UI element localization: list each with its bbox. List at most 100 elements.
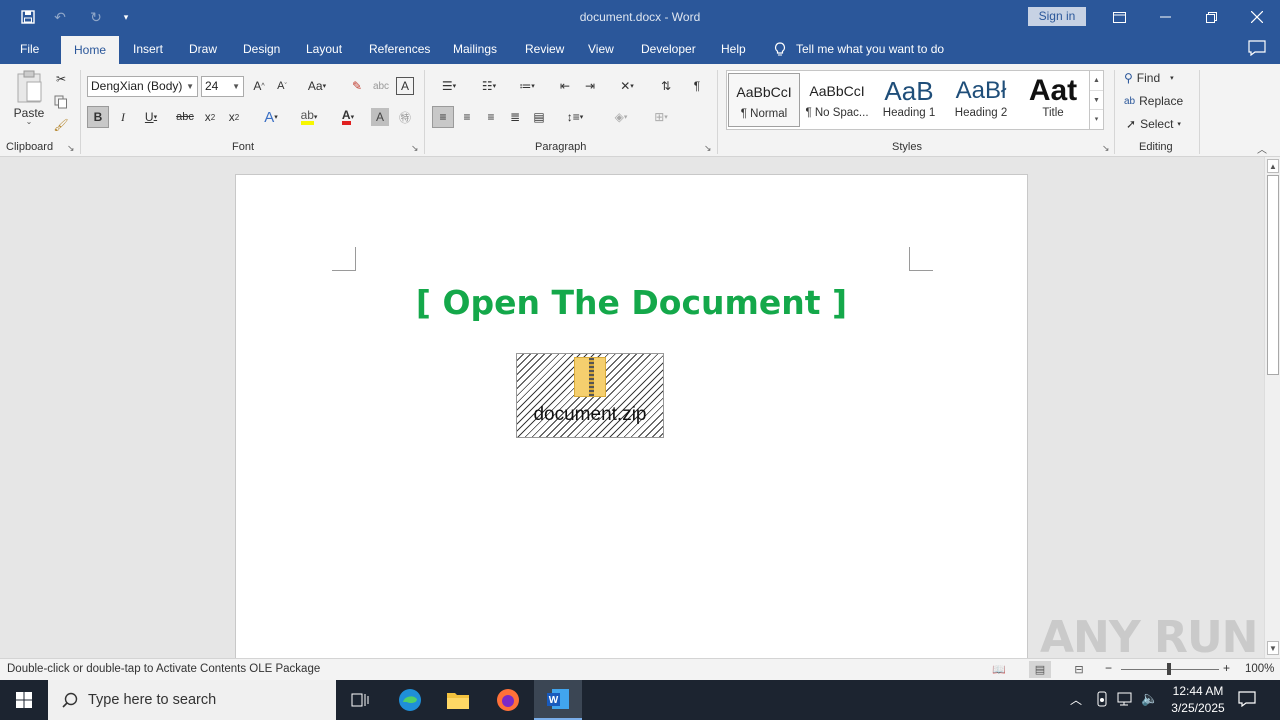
show-formatting-marks-icon[interactable]: ¶ — [686, 75, 708, 97]
clear-formatting-icon[interactable]: ✎ — [347, 75, 367, 97]
firefox-icon[interactable] — [484, 680, 532, 720]
styles-launcher-icon[interactable]: ↘ — [1102, 143, 1110, 154]
tab-insert[interactable]: Insert — [122, 34, 174, 64]
find-button[interactable]: ⚲ Find ▾ — [1124, 67, 1174, 89]
read-mode-icon[interactable]: 📖 — [988, 661, 1010, 678]
collapse-ribbon-icon[interactable]: ︿ — [1257, 141, 1267, 156]
system-clock[interactable]: 12:44 AM 3/25/2025 — [1160, 683, 1236, 717]
font-color-icon[interactable]: A ▾ — [332, 106, 364, 128]
distributed-button[interactable]: ▤ — [528, 106, 550, 128]
clipboard-launcher-icon[interactable]: ↘ — [67, 143, 75, 154]
file-explorer-icon[interactable] — [434, 680, 482, 720]
align-right-button[interactable]: ≡ — [480, 106, 502, 128]
styles-scroll[interactable]: ▲ ▼ ▾ — [1089, 71, 1103, 129]
scroll-down-icon[interactable]: ▼ — [1267, 641, 1279, 655]
cut-icon[interactable]: ✂ — [52, 68, 70, 90]
scroll-up-icon[interactable]: ▲ — [1267, 159, 1279, 173]
print-layout-icon[interactable]: ▤ — [1029, 661, 1051, 678]
borders-icon[interactable]: ⊞ ▾ — [644, 106, 678, 128]
ribbon-display-options-icon[interactable] — [1096, 0, 1142, 34]
select-button[interactable]: ➚ Select ▾ — [1126, 113, 1181, 135]
underline-button[interactable]: U ▾ — [137, 106, 165, 128]
strikethrough-button[interactable]: abc — [174, 106, 196, 128]
tab-developer[interactable]: Developer — [630, 34, 707, 64]
format-painter-icon[interactable]: 🖌 — [52, 114, 70, 136]
zoom-level[interactable]: 100% — [1245, 663, 1274, 675]
more-styles-icon[interactable]: ▾ — [1090, 109, 1103, 128]
decrease-indent-icon[interactable]: ⇤ — [554, 75, 576, 97]
tab-mailings[interactable]: Mailings — [442, 34, 508, 64]
ole-package-object[interactable]: document.zip — [516, 353, 664, 438]
taskbar-search-box[interactable]: Type here to search — [48, 680, 336, 720]
shading-icon[interactable]: ◈ ▾ — [604, 106, 638, 128]
increase-indent-icon[interactable]: ⇥ — [579, 75, 601, 97]
document-page[interactable]: [ Open The Document ] document.zip — [235, 174, 1028, 658]
phonetic-guide-icon[interactable]: abc — [371, 75, 391, 97]
tab-help[interactable]: Help — [710, 34, 757, 64]
tab-file[interactable]: File — [9, 34, 50, 64]
font-name-dropdown[interactable]: DengXian (Body) ▼ — [87, 76, 198, 97]
change-case-icon[interactable]: Aa ▾ — [302, 75, 332, 97]
zoom-out-icon[interactable]: − — [1105, 661, 1112, 675]
scroll-up-icon[interactable]: ▲ — [1090, 71, 1103, 90]
font-launcher-icon[interactable]: ↘ — [411, 143, 419, 154]
justify-button[interactable]: ≣ — [504, 106, 526, 128]
redo-icon[interactable]: ↻ — [82, 0, 110, 34]
style-title[interactable]: Aat Title — [1017, 73, 1089, 127]
paragraph-launcher-icon[interactable]: ↘ — [704, 143, 712, 154]
copy-icon[interactable] — [52, 91, 70, 113]
tray-app-icon[interactable] — [1095, 691, 1109, 710]
minimize-icon[interactable] — [1142, 0, 1188, 34]
edge-browser-icon[interactable] — [386, 680, 434, 720]
windows-start-icon[interactable] — [0, 680, 48, 720]
text-effects-icon[interactable]: A ▾ — [256, 106, 286, 128]
tab-design[interactable]: Design — [232, 34, 291, 64]
tab-layout[interactable]: Layout — [295, 34, 353, 64]
character-shading-icon[interactable]: A — [371, 108, 389, 126]
save-icon[interactable] — [14, 0, 42, 34]
sort-icon[interactable]: ⇅ — [655, 75, 677, 97]
tab-references[interactable]: References — [358, 34, 441, 64]
show-hidden-icons-icon[interactable]: ︿ — [1070, 691, 1082, 708]
task-view-icon[interactable] — [336, 680, 384, 720]
network-icon[interactable] — [1117, 691, 1135, 710]
scroll-thumb[interactable] — [1267, 175, 1279, 375]
tab-review[interactable]: Review — [514, 34, 575, 64]
style-no-spacing[interactable]: AaBbCcI ¶ No Spac... — [801, 73, 873, 127]
subscript-button[interactable]: x2 — [200, 106, 220, 128]
style-normal[interactable]: AaBbCcI ¶ Normal — [728, 73, 800, 127]
word-taskbar-icon[interactable]: W — [534, 680, 582, 720]
style-heading-2[interactable]: AaBł Heading 2 — [945, 73, 1017, 127]
notifications-icon[interactable] — [1238, 691, 1256, 710]
zoom-slider-thumb[interactable] — [1167, 663, 1171, 675]
align-center-button[interactable]: ≡ — [456, 106, 478, 128]
superscript-button[interactable]: x2 — [224, 106, 244, 128]
customize-toolbar-icon[interactable]: ▾ — [112, 0, 140, 34]
tab-draw[interactable]: Draw — [178, 34, 228, 64]
font-size-dropdown[interactable]: 24 ▼ — [201, 76, 244, 97]
highlight-color-icon[interactable]: ab ▾ — [292, 106, 326, 128]
paste-button[interactable]: Paste ⌄ — [12, 70, 46, 132]
web-layout-icon[interactable]: ⊟ — [1068, 661, 1090, 678]
bold-button[interactable]: B — [87, 106, 109, 128]
close-icon[interactable] — [1234, 0, 1280, 34]
undo-icon[interactable]: ↶ — [46, 0, 74, 34]
numbering-icon[interactable]: ☷ ▾ — [472, 75, 506, 97]
restore-icon[interactable] — [1188, 0, 1234, 34]
line-spacing-icon[interactable]: ↕≡ ▾ — [558, 106, 592, 128]
bullets-icon[interactable]: ☰ ▾ — [432, 75, 466, 97]
multilevel-list-icon[interactable]: ≔ ▾ — [510, 75, 544, 97]
vertical-scrollbar[interactable]: ▲ ▼ — [1264, 157, 1280, 658]
replace-button[interactable]: ab Replace — [1124, 90, 1183, 112]
zoom-in-icon[interactable]: + — [1223, 661, 1230, 675]
volume-icon[interactable]: 🔈 — [1141, 690, 1158, 707]
italic-button[interactable]: I — [113, 106, 133, 128]
sign-in-button[interactable]: Sign in — [1028, 7, 1086, 26]
scroll-down-icon[interactable]: ▼ — [1090, 90, 1103, 109]
tab-home[interactable]: Home — [61, 36, 119, 64]
shrink-font-icon[interactable]: Aˇ — [273, 75, 291, 97]
style-heading-1[interactable]: AaB Heading 1 — [873, 73, 945, 127]
character-border-icon[interactable]: A — [396, 77, 414, 95]
enclose-characters-icon[interactable]: ㊕ — [395, 106, 415, 128]
grow-font-icon[interactable]: A ^ — [250, 75, 268, 97]
